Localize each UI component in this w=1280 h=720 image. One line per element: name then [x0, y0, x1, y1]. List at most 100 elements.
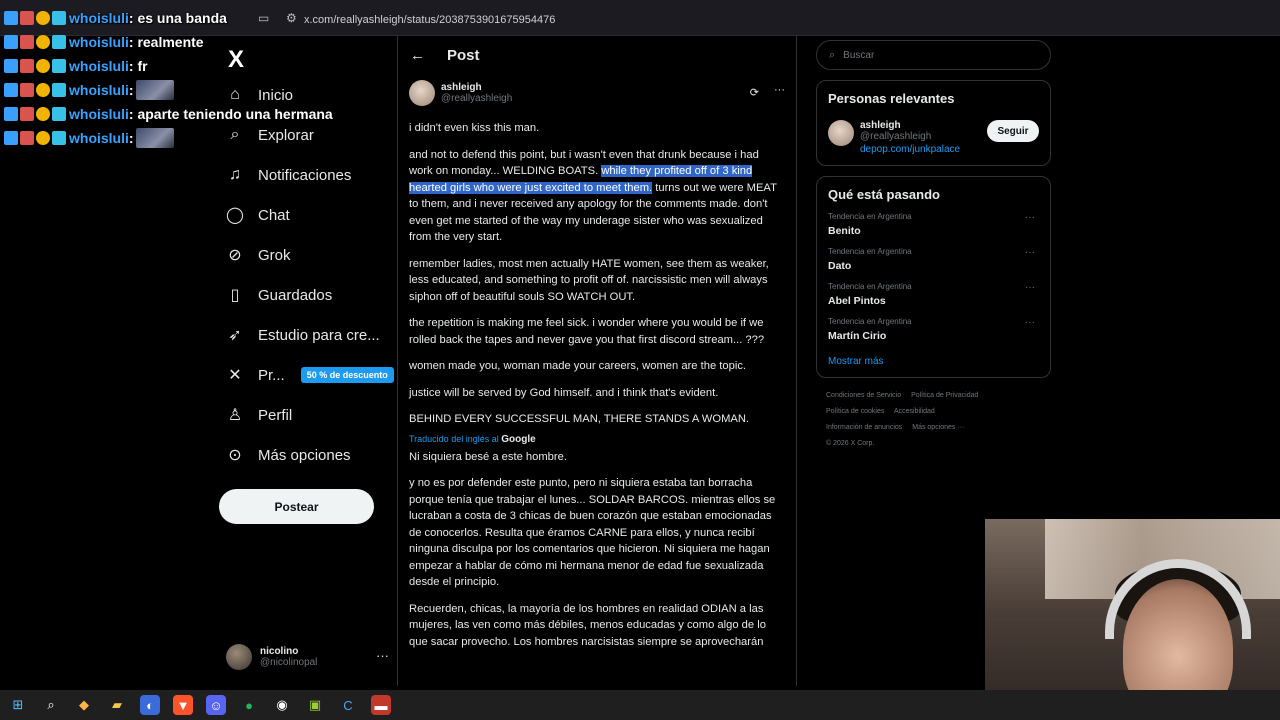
nav-label: Más opciones: [258, 446, 351, 464]
avatar[interactable]: [828, 120, 854, 146]
account-handle: @nicolinopal: [260, 657, 318, 668]
trend-context: Tendencia en Argentina: [828, 247, 912, 256]
chat-badges: [4, 59, 66, 73]
avatar[interactable]: [409, 80, 435, 106]
search-input[interactable]: ⌕ Buscar: [816, 40, 1051, 70]
footer-link-more[interactable]: Más opciones ···: [912, 424, 964, 431]
app-icon[interactable]: ▣: [305, 695, 325, 715]
bell-icon: ♫: [229, 166, 241, 183]
nav-item-chat[interactable]: ◯ Chat: [226, 200, 290, 230]
brave-browser-icon[interactable]: ▼: [173, 695, 193, 715]
post-paragraph: i didn't even kiss this man.: [409, 122, 540, 134]
translated-paragraph: Ni siquiera besé a este hombre.: [409, 450, 567, 463]
search-icon: ⌕: [829, 48, 836, 61]
app-icon[interactable]: ▬: [371, 695, 391, 715]
page-title: Post: [447, 46, 480, 64]
footer-link-accessibility[interactable]: Accesibilidad: [894, 408, 935, 415]
author-handle[interactable]: @reallyashleigh: [441, 93, 512, 104]
footer-link-terms[interactable]: Condiciones de Servicio: [826, 392, 901, 399]
translated-paragraph: Recuerden, chicas, la mayoría de los hom…: [409, 602, 766, 648]
nav-label: Pr...: [258, 366, 285, 384]
nav-label: Guardados: [258, 286, 333, 304]
nav-item-notifications[interactable]: ♫ Notificaciones: [226, 160, 351, 190]
nav-label: Notificaciones: [258, 166, 352, 184]
relevant-people-card: Personas relevantes ashleigh @reallyashl…: [816, 80, 1051, 166]
chat-username: whoisluli: [69, 10, 129, 26]
file-explorer-icon[interactable]: ▰: [107, 695, 127, 715]
bio-link[interactable]: depop.com/junkpalace: [860, 144, 960, 155]
person-name[interactable]: ashleigh: [860, 120, 960, 131]
trend-item[interactable]: Tendencia en Argentina Martín Cirio ···: [828, 317, 1039, 342]
x-premium-icon: ✕: [228, 367, 242, 384]
rocket-icon: ➶: [228, 327, 242, 344]
post-paragraph: the repetition is making me feel sick. i…: [409, 317, 765, 346]
copilot-icon[interactable]: ◆: [74, 695, 94, 715]
chat-badges: [4, 131, 66, 145]
search-placeholder: Buscar: [843, 49, 875, 61]
post-paragraph: women made you, woman made your careers,…: [409, 360, 747, 372]
chat-badges: [4, 83, 66, 97]
nav-label: Perfil: [258, 406, 293, 424]
app-icon[interactable]: C: [338, 695, 358, 715]
windows-start-icon[interactable]: ⊞: [8, 695, 28, 715]
app-icon[interactable]: ◐: [140, 695, 160, 715]
chat-text: : es una banda: [128, 10, 227, 26]
nav-item-profile[interactable]: ♙ Perfil: [226, 400, 292, 430]
chat-username: whoisluli: [69, 82, 129, 98]
show-more-link[interactable]: Mostrar más: [828, 356, 1039, 367]
follow-button[interactable]: Seguir: [987, 120, 1039, 142]
bookmark-icon: ▯: [230, 287, 240, 304]
nav-item-bookmarks[interactable]: ▯ Guardados: [226, 280, 333, 310]
address-bar[interactable]: x.com/reallyashleigh/status/203875390167…: [304, 14, 555, 26]
obs-icon[interactable]: ◉: [272, 695, 292, 715]
account-switcher[interactable]: nicolino @nicolinopal ···: [226, 644, 389, 670]
more-dots-icon[interactable]: ···: [1025, 212, 1035, 223]
post-button[interactable]: Postear: [219, 489, 374, 524]
spotify-icon[interactable]: ●: [239, 695, 259, 715]
author-name[interactable]: ashleigh: [441, 82, 512, 93]
nav-item-more[interactable]: ⊙ Más opciones: [226, 440, 351, 470]
card-title: Qué está pasando: [828, 187, 940, 202]
more-dots-icon[interactable]: ···: [1025, 247, 1035, 258]
post-author[interactable]: ashleigh @reallyashleigh ⟳ ···: [409, 80, 785, 106]
footer-link-cookies[interactable]: Política de cookies: [826, 408, 884, 415]
trending-card: Qué está pasando Tendencia en Argentina …: [816, 176, 1051, 378]
grok-explain-icon[interactable]: ⟳: [750, 86, 759, 99]
discount-badge: 50 % de descuento: [300, 367, 394, 383]
post-paragraph: justice will be served by God himself. a…: [409, 386, 719, 399]
right-sidebar: ⌕ Buscar Personas relevantes ashleigh @r…: [816, 36, 1051, 462]
nav-item-creator-studio[interactable]: ➶ Estudio para cre...: [226, 320, 379, 350]
search-icon[interactable]: ⌕: [41, 695, 61, 715]
footer-links: Condiciones de Servicio Política de Priv…: [816, 378, 1051, 462]
trend-item[interactable]: Tendencia en Argentina Dato ···: [828, 247, 1039, 272]
discord-icon[interactable]: ☺: [206, 695, 226, 715]
more-dots-icon[interactable]: ···: [1025, 317, 1035, 328]
post-paragraph: BEHIND EVERY SUCCESSFUL MAN, THERE STAND…: [409, 413, 750, 425]
footer-link-privacy[interactable]: Política de Privacidad: [911, 392, 978, 399]
chat-icon: ◯: [226, 207, 244, 224]
grok-icon: ⊘: [228, 247, 242, 264]
footer-link-ads[interactable]: Información de anuncios: [826, 424, 902, 431]
chat-username: whoisluli: [69, 106, 129, 122]
trend-item[interactable]: Tendencia en Argentina Abel Pintos ···: [828, 282, 1039, 307]
relevant-person[interactable]: ashleigh @reallyashleigh depop.com/junkp…: [828, 120, 1039, 155]
trend-name: Martín Cirio: [828, 330, 887, 342]
chat-message: whoisluli : realmente: [0, 30, 330, 54]
more-dots-icon[interactable]: ···: [1025, 282, 1035, 293]
chat-text: :: [128, 82, 134, 98]
taskbar: ⊞ ⌕ ◆ ▰ ◐ ▼ ☺ ● ◉ ▣ C ▬: [0, 690, 1280, 720]
back-arrow-icon[interactable]: ←: [410, 47, 425, 64]
chat-message: whoisluli : aparte teniendo una hermana: [0, 102, 333, 126]
more-dots-icon[interactable]: ···: [774, 84, 785, 96]
translation-notice[interactable]: Traducido del inglés al Google: [409, 434, 785, 445]
trend-item[interactable]: Tendencia en Argentina Benito ···: [828, 212, 1039, 237]
nav-item-premium[interactable]: ✕ Pr... 50 % de descuento: [226, 360, 394, 390]
chat-text: : realmente: [128, 34, 204, 50]
chat-username: whoisluli: [69, 130, 129, 146]
nav-label: Grok: [258, 246, 291, 264]
post-paragraph: and not to defend this point, but i wasn…: [409, 147, 785, 246]
avatar: [226, 644, 252, 670]
more-dots-icon[interactable]: ···: [376, 648, 389, 663]
nav-item-grok[interactable]: ⊘ Grok: [226, 240, 291, 270]
more-circle-icon: ⊙: [228, 447, 242, 464]
